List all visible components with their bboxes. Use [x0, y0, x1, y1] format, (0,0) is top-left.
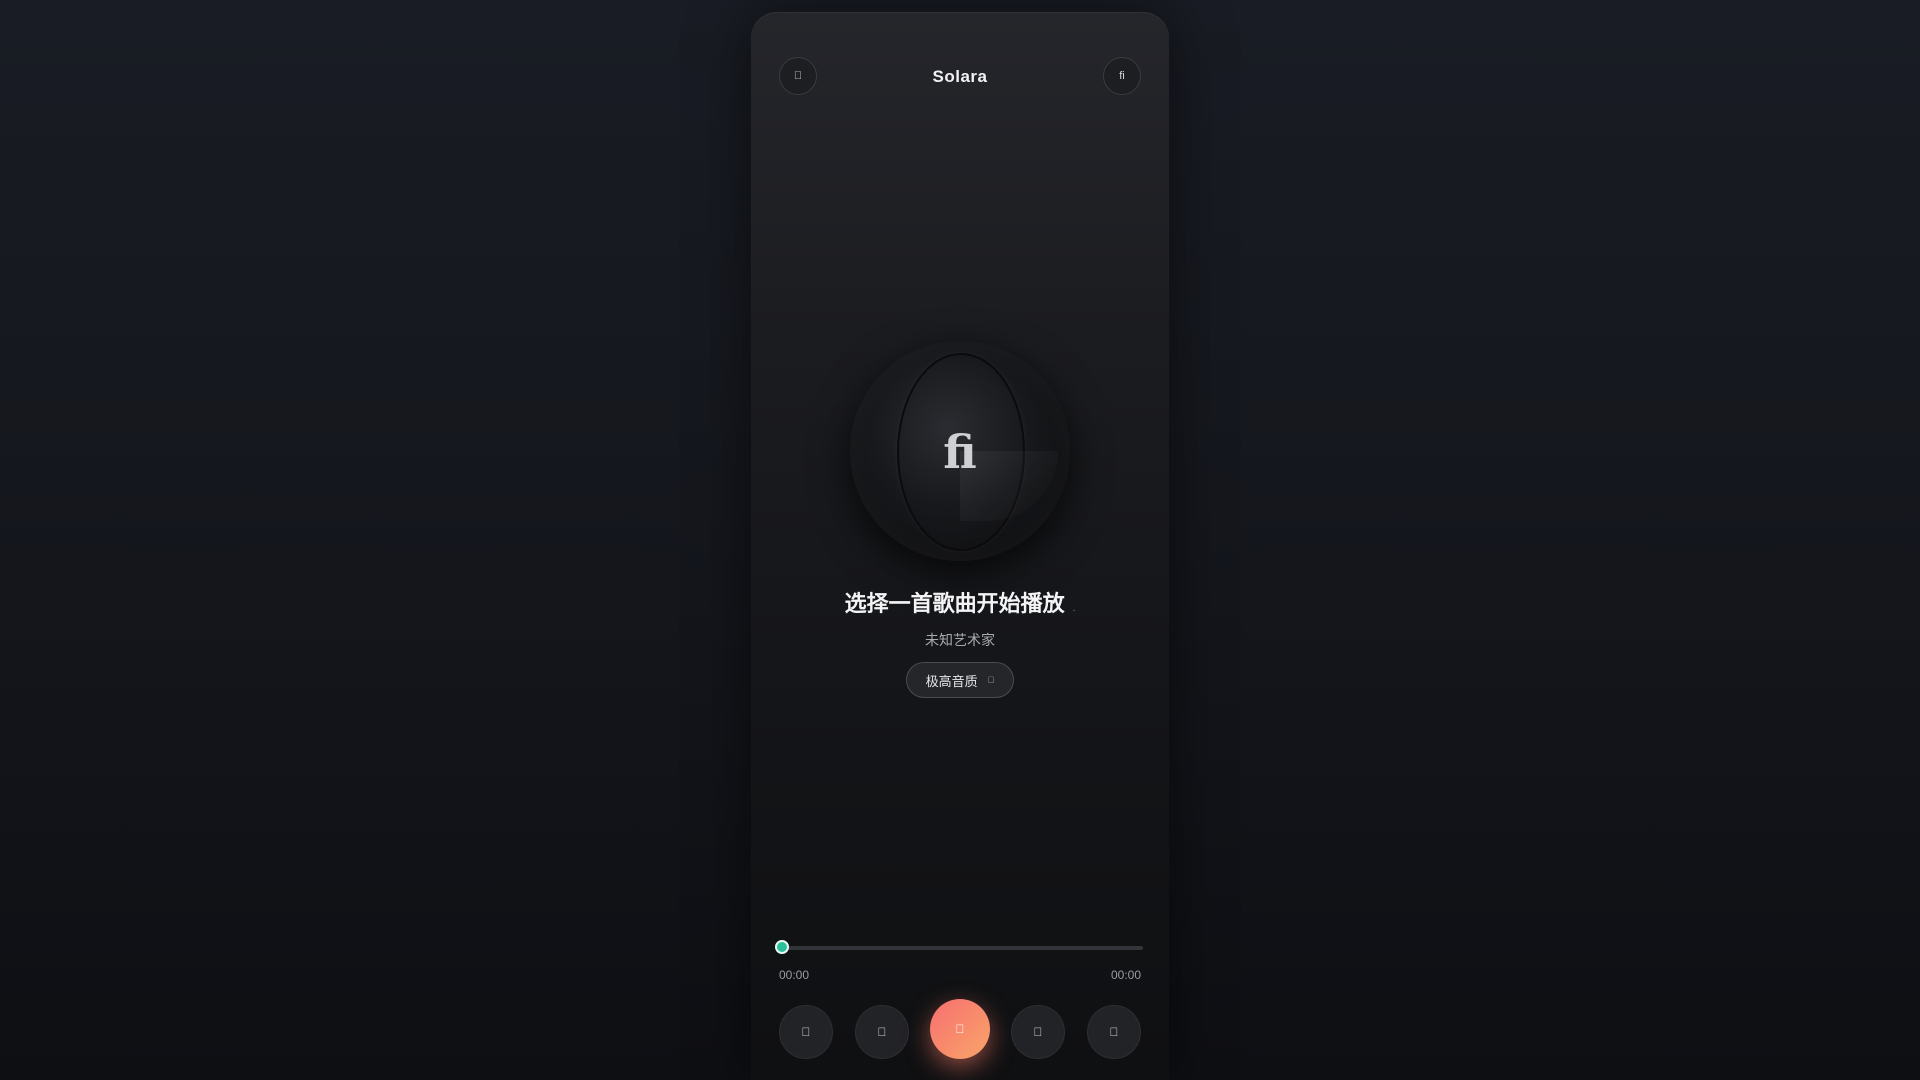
next-icon:  [1034, 1025, 1043, 1039]
play-button[interactable]:  [930, 999, 990, 1059]
duration-time: 00:00 [1110, 968, 1141, 982]
playback-controls:      [779, 999, 1141, 1061]
play-icon:  [956, 1022, 965, 1036]
shuffle-button[interactable]:  [779, 1005, 833, 1059]
album-cover-disc: ﬁ [850, 341, 1070, 561]
quality-label: 极高音质 [925, 673, 978, 689]
song-title-marker: . [1072, 603, 1076, 614]
search-icon: ﬁ [1119, 70, 1125, 82]
quality-selector[interactable]: 极高音质  [906, 662, 1014, 698]
music-note-icon: ﬁ [943, 425, 977, 479]
song-title-text: 选择一首歌曲开始播放 [844, 591, 1065, 616]
shuffle-icon:  [802, 1025, 811, 1039]
progress-slider[interactable] [775, 940, 1143, 954]
next-button[interactable]:  [1011, 1005, 1065, 1059]
previous-icon:  [878, 1025, 887, 1039]
player-panel:  Solara ﬁ ﬁ 选择一首歌曲开始播放. 未知艺术家 极高音质  00… [751, 12, 1169, 1080]
artist-name: 未知艺术家 [925, 632, 995, 648]
playlist-button[interactable]:  [1087, 1005, 1141, 1059]
song-title: 选择一首歌曲开始播放. [751, 586, 1169, 618]
chevron-down-icon:  [988, 675, 995, 685]
app-title: Solara [932, 67, 988, 86]
search-button[interactable]: ﬁ [1103, 57, 1141, 95]
playlist-icon:  [1110, 1025, 1119, 1039]
previous-button[interactable]:  [855, 1005, 909, 1059]
progress-knob[interactable] [775, 940, 789, 954]
top-bar:  Solara ﬁ [779, 57, 1141, 97]
current-time: 00:00 [779, 968, 810, 982]
